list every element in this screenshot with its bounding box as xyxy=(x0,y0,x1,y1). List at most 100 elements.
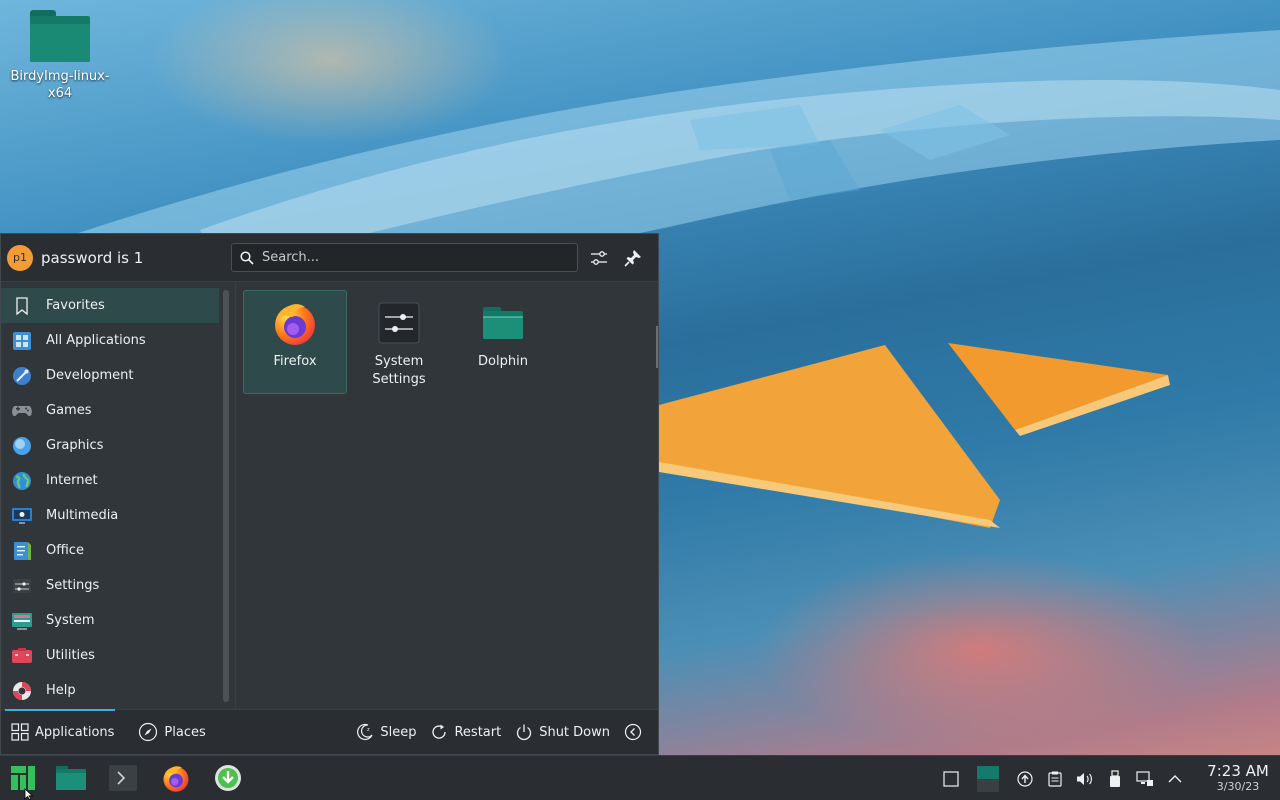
utilities-icon xyxy=(11,645,33,667)
sliders-icon xyxy=(591,250,607,265)
category-sidebar: Favorites All Applications Development G… xyxy=(1,282,229,709)
taskbar-dolphin[interactable] xyxy=(46,756,96,800)
tray-expand-button[interactable] xyxy=(1160,756,1190,800)
restart-icon xyxy=(432,724,447,739)
category-internet[interactable]: Internet xyxy=(1,463,219,498)
grid-scrollbar[interactable] xyxy=(656,326,658,368)
category-all-applications[interactable]: All Applications xyxy=(1,323,219,358)
pin-button[interactable] xyxy=(620,245,646,271)
category-label: Graphics xyxy=(46,438,104,453)
desktop-icon-birdyimg[interactable]: BirdyImg-linux-x64 xyxy=(10,10,110,102)
usb-devices-button[interactable] xyxy=(1100,756,1130,800)
app-label: System Settings xyxy=(372,354,426,387)
bookmark-icon xyxy=(11,295,33,317)
system-icon xyxy=(11,610,33,632)
category-office[interactable]: Office xyxy=(1,533,219,568)
download-icon xyxy=(215,765,241,791)
avatar[interactable]: p1 xyxy=(7,244,33,271)
category-multimedia[interactable]: Multimedia xyxy=(1,498,219,533)
sleep-label: Sleep xyxy=(380,724,417,740)
restart-label: Restart xyxy=(454,724,502,740)
help-icon xyxy=(11,680,33,702)
office-icon xyxy=(11,540,33,562)
category-label: Favorites xyxy=(46,298,105,313)
network-icon xyxy=(1136,770,1153,786)
clipboard-icon xyxy=(1048,771,1062,787)
clipboard-button[interactable] xyxy=(1040,756,1070,800)
folder-icon xyxy=(30,10,90,62)
multimedia-icon xyxy=(11,505,33,527)
category-games[interactable]: Games xyxy=(1,393,219,428)
search-input[interactable] xyxy=(262,250,562,265)
clock-time: 7:23 AM xyxy=(1207,761,1269,780)
app-system-settings[interactable]: System Settings xyxy=(347,290,451,394)
system-settings-icon xyxy=(378,302,420,344)
volume-button[interactable] xyxy=(1070,756,1100,800)
desktop-icon xyxy=(943,770,959,787)
terminal-icon xyxy=(109,765,137,791)
places-tab[interactable]: Places xyxy=(138,722,206,742)
category-label: Internet xyxy=(46,473,98,488)
category-label: Office xyxy=(46,543,84,558)
updates-button[interactable] xyxy=(1010,756,1040,800)
app-dolphin[interactable]: Dolphin xyxy=(451,290,555,394)
globe-icon xyxy=(11,470,33,492)
user-name: password is 1 xyxy=(41,248,144,267)
category-label: Multimedia xyxy=(46,508,119,523)
search-box[interactable] xyxy=(231,243,578,272)
power-icon xyxy=(517,724,532,741)
app-label: Firefox xyxy=(273,354,317,369)
category-utilities[interactable]: Utilities xyxy=(1,638,219,673)
launcher-header: p1 password is 1 xyxy=(1,234,658,282)
gamepad-icon xyxy=(11,400,33,422)
folder-icon xyxy=(56,766,86,790)
usb-icon xyxy=(1110,769,1120,787)
sleep-button[interactable]: z Sleep xyxy=(356,723,416,741)
desktop-icon-label: BirdyImg-linux-x64 xyxy=(10,69,110,101)
places-tab-label: Places xyxy=(164,724,206,740)
pager-button[interactable] xyxy=(966,756,1010,800)
category-development[interactable]: Development xyxy=(1,358,219,393)
folder-icon xyxy=(483,307,523,339)
pin-icon xyxy=(624,249,641,267)
taskbar-terminal[interactable] xyxy=(96,756,150,800)
app-launcher-button[interactable] xyxy=(0,756,46,800)
category-graphics[interactable]: Graphics xyxy=(1,428,219,463)
favorites-grid: Firefox System Settings Dolphin xyxy=(219,282,658,709)
taskbar-download-manager[interactable] xyxy=(202,756,254,800)
category-label: All Applications xyxy=(46,333,146,348)
category-system[interactable]: System xyxy=(1,603,219,638)
mouse-cursor-icon xyxy=(24,788,34,800)
firefox-icon xyxy=(275,304,315,345)
search-icon xyxy=(240,250,254,265)
taskbar-firefox[interactable] xyxy=(150,756,202,800)
volume-icon xyxy=(1077,772,1092,785)
application-launcher: p1 password is 1 Search... Favorites All… xyxy=(0,233,659,755)
firefox-icon xyxy=(163,766,189,792)
sleep-icon: z xyxy=(357,723,373,741)
compass-icon xyxy=(139,722,158,742)
category-label: Utilities xyxy=(46,648,95,663)
restart-button[interactable]: Restart xyxy=(430,723,501,741)
system-tray: 7:23 AM 3/30/23 xyxy=(936,756,1280,800)
category-settings[interactable]: Settings xyxy=(1,568,219,603)
grid-icon xyxy=(11,723,29,741)
network-button[interactable] xyxy=(1130,756,1160,800)
category-help[interactable]: Help xyxy=(1,673,219,708)
configure-button[interactable] xyxy=(586,245,612,271)
leave-menu-button[interactable] xyxy=(624,723,648,741)
digital-clock[interactable]: 7:23 AM 3/30/23 xyxy=(1196,761,1280,794)
category-label: Games xyxy=(46,403,92,418)
app-firefox[interactable]: Firefox xyxy=(243,290,347,394)
show-desktop-button[interactable] xyxy=(936,756,966,800)
chevron-up-icon xyxy=(1168,774,1182,782)
launcher-footer: Applications Places z Sleep Restart Shut… xyxy=(1,709,658,754)
chevron-left-icon xyxy=(624,723,642,741)
development-icon xyxy=(11,365,33,387)
applications-tab[interactable]: Applications xyxy=(11,723,114,741)
category-label: Development xyxy=(46,368,134,383)
svg-text:z: z xyxy=(367,727,370,733)
category-favorites[interactable]: Favorites xyxy=(1,288,219,323)
applications-tab-label: Applications xyxy=(35,724,115,740)
shutdown-button[interactable]: Shut Down xyxy=(515,723,610,741)
